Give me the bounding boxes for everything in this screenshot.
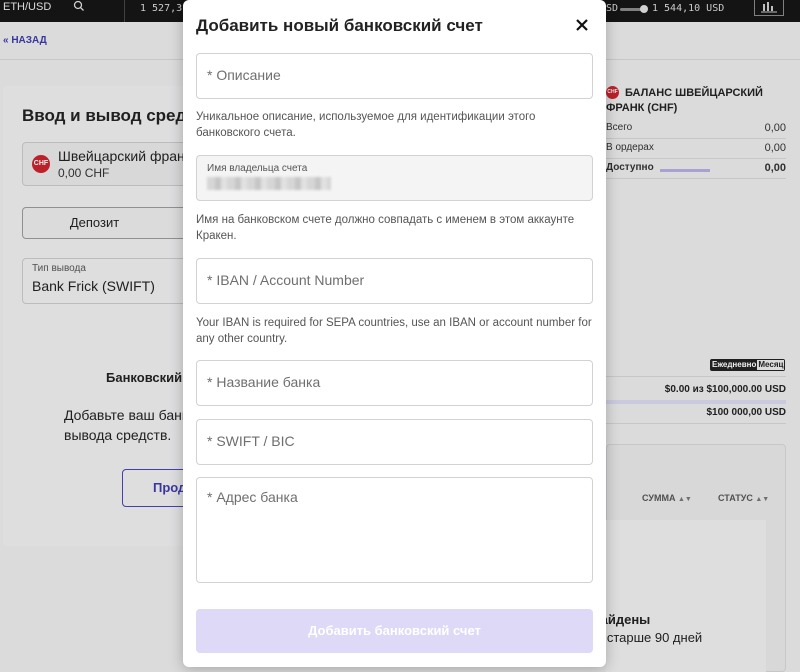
iban-hint: Your IBAN is required for SEPA countries… [196, 317, 592, 345]
account-owner-label: Имя владельца счета [207, 163, 308, 174]
iban-placeholder: * IBAN / Account Number [207, 272, 365, 288]
swift-bic-placeholder: * SWIFT / BIC [207, 433, 295, 449]
account-owner-redacted-value [207, 177, 331, 190]
modal-title: Добавить новый банковский счет [196, 16, 483, 35]
swift-bic-input[interactable]: * SWIFT / BIC [196, 419, 593, 465]
description-placeholder: * Описание [207, 67, 281, 83]
add-bank-account-button[interactable]: Добавить банковский счет [196, 609, 593, 653]
bank-name-placeholder: * Название банка [207, 374, 321, 390]
bank-address-textarea[interactable]: * Адрес банка [196, 477, 593, 583]
description-input[interactable]: * Описание [196, 53, 593, 99]
bank-address-placeholder: * Адрес банка [207, 489, 298, 505]
description-hint: Уникальное описание, используемое для ид… [196, 111, 536, 139]
close-icon[interactable] [574, 17, 590, 33]
add-bank-account-modal: Добавить новый банковский счет * Описани… [183, 0, 606, 667]
account-owner-field: Имя владельца счета [196, 155, 593, 201]
iban-input[interactable]: * IBAN / Account Number [196, 258, 593, 304]
account-owner-hint: Имя на банковском счете должно совпадать… [196, 214, 575, 242]
bank-name-input[interactable]: * Название банка [196, 360, 593, 406]
